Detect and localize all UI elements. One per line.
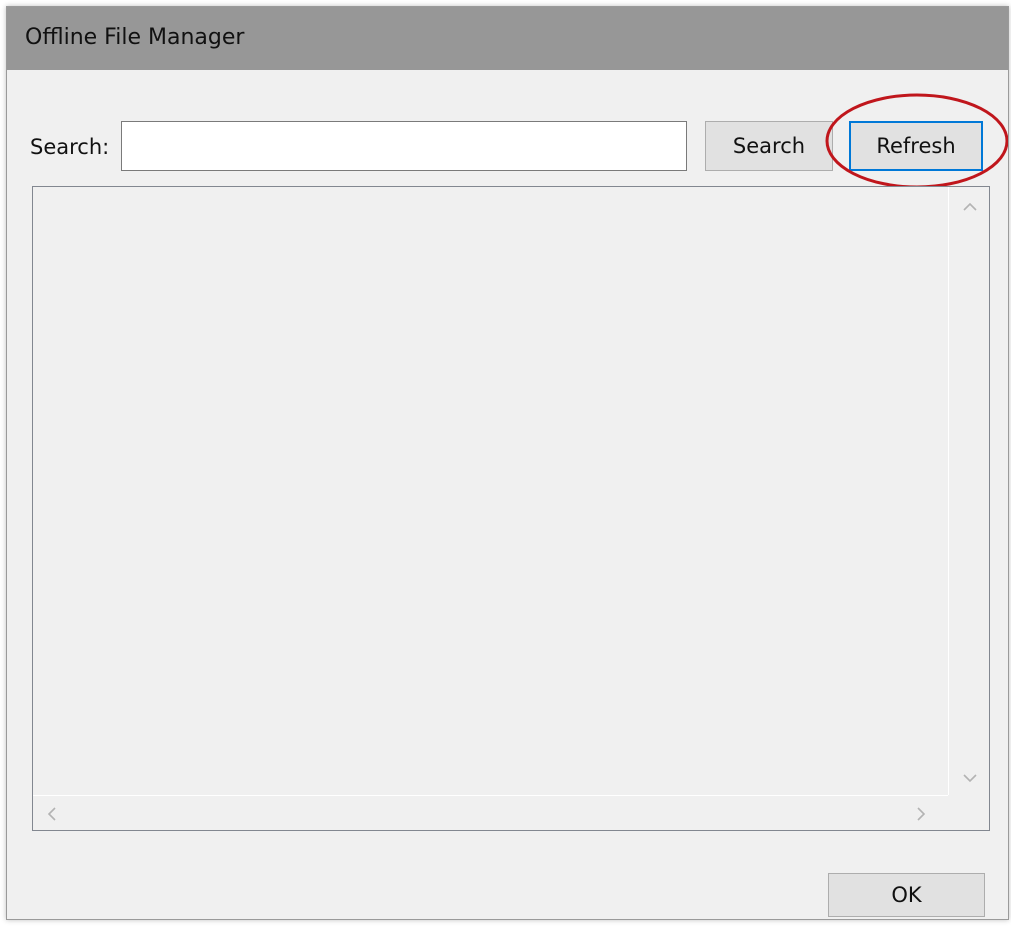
search-input[interactable] — [121, 121, 687, 171]
vertical-scrollbar[interactable] — [948, 187, 989, 795]
window-title: Offline File Manager — [25, 25, 245, 50]
search-label: Search: — [30, 135, 110, 159]
title-bar[interactable]: Offline File Manager — [7, 7, 1008, 70]
file-list[interactable] — [33, 187, 948, 795]
ok-button[interactable]: OK — [828, 873, 985, 917]
scroll-down-icon[interactable] — [959, 771, 981, 785]
scroll-right-icon[interactable] — [914, 803, 936, 825]
scrollbar-corner — [948, 795, 989, 830]
horizontal-scrollbar[interactable] — [33, 795, 948, 830]
file-list-panel — [32, 186, 990, 831]
offline-file-manager-dialog: Offline File Manager Search: Search Refr… — [6, 6, 1009, 920]
search-button[interactable]: Search — [705, 121, 833, 171]
scroll-left-icon[interactable] — [45, 803, 67, 825]
refresh-button[interactable]: Refresh — [849, 121, 983, 171]
scroll-up-icon[interactable] — [959, 199, 981, 213]
